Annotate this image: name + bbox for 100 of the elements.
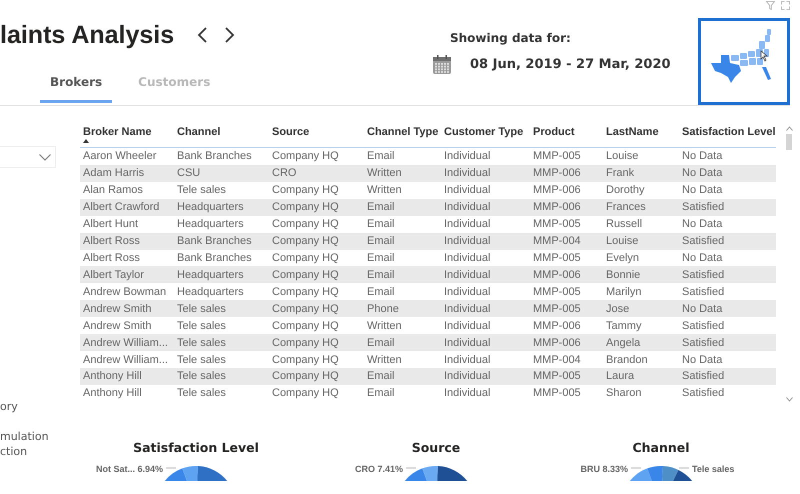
table-cell: Email	[364, 216, 441, 233]
slice-label: BRU 8.33%	[580, 464, 628, 474]
pie-chart-drawing	[404, 466, 468, 481]
table-cell: No Data	[679, 182, 776, 199]
table-cell: MMP-005	[530, 250, 603, 266]
table-cell: Company HQ	[269, 216, 364, 233]
focus-mode-icon[interactable]	[781, 1, 790, 10]
table-cell: Company HQ	[269, 334, 364, 352]
pie-chart-drawing	[630, 466, 692, 481]
pie-chart-drawing	[164, 466, 228, 481]
column-header[interactable]: Source	[269, 126, 364, 148]
table-cell: Individual	[441, 198, 530, 216]
date-range: 08 Jun, 2019 - 27 Mar, 2020	[470, 57, 671, 72]
table-cell: Jose	[603, 300, 679, 318]
table-cell: Company HQ	[269, 266, 364, 284]
column-header[interactable]: LastName	[603, 126, 679, 148]
table-cell: MMP-004	[530, 232, 603, 250]
table-cell: Individual	[441, 300, 530, 318]
table-cell: Individual	[441, 148, 530, 165]
table-cell: Individual	[441, 216, 530, 233]
scroll-down-icon[interactable]	[786, 397, 792, 402]
column-header[interactable]: Channel	[174, 126, 269, 148]
table-cell: Individual	[441, 334, 530, 352]
table-cell: MMP-006	[530, 198, 603, 216]
table-cell: Email	[364, 384, 441, 402]
table-cell: Dorothy	[603, 182, 679, 199]
table-cell: Satisfied	[679, 266, 776, 284]
table-cell: Written	[364, 182, 441, 199]
table-cell: Anthony Hill	[80, 368, 174, 385]
table-cell: MMP-006	[530, 317, 603, 334]
scrollbar-thumb[interactable]	[786, 134, 792, 150]
slice-label: Not Sat... 6.94%	[96, 464, 163, 474]
table-cell: Brandon	[603, 351, 679, 368]
table-cell: Email	[364, 198, 441, 216]
slice-label: CRO 7.41%	[354, 464, 403, 474]
table-cell: Phone	[364, 300, 441, 318]
table-cell: Headquarters	[174, 216, 269, 233]
table-cell: No Data	[679, 216, 776, 233]
table-cell: Albert Ross	[80, 232, 174, 250]
table-cell: Russell	[603, 216, 679, 233]
table-cell: Headquarters	[174, 198, 269, 216]
table-cell: Written	[364, 317, 441, 334]
table-cell: CRO	[269, 164, 364, 182]
table-cell: Bank Branches	[174, 232, 269, 250]
table-cell: Individual	[441, 368, 530, 385]
table-cell: Tele sales	[174, 317, 269, 334]
table-cell: MMP-005	[530, 216, 603, 233]
filter-icon[interactable]	[766, 1, 775, 10]
table-cell: Albert Hunt	[80, 216, 174, 233]
chevron-down-icon	[39, 154, 51, 160]
table-cell: Individual	[441, 250, 530, 266]
map-visual[interactable]	[698, 18, 790, 105]
table-cell: Written	[364, 164, 441, 182]
filter-label: ction	[0, 444, 28, 459]
table-cell: Tele sales	[174, 384, 269, 402]
report-title: laints Analysis	[0, 20, 174, 50]
table-cell: Headquarters	[174, 266, 269, 284]
column-header[interactable]: Product	[530, 126, 603, 148]
table-cell: Company HQ	[269, 384, 364, 402]
column-header[interactable]: Satisfaction Level	[679, 126, 776, 148]
chart-title: Channel	[632, 440, 690, 457]
table-cell: Bonnie	[603, 266, 679, 284]
table-cell: Headquarters	[174, 283, 269, 300]
calendar-icon	[432, 54, 452, 75]
table-cell: Company HQ	[269, 250, 364, 266]
column-header[interactable]: Broker Name	[80, 126, 174, 148]
table-cell: Sharon	[603, 384, 679, 402]
table-cell: Company HQ	[269, 283, 364, 300]
table-cell: MMP-005	[530, 368, 603, 385]
table-cell: Frances	[603, 198, 679, 216]
table-cell: MMP-006	[530, 182, 603, 199]
table-cell: Tammy	[603, 317, 679, 334]
date-filter-label: Showing data for:	[450, 31, 572, 45]
table-cell: Albert Ross	[80, 250, 174, 266]
table-cell: Satisfied	[679, 334, 776, 352]
table-cell: Satisfied	[679, 368, 776, 385]
table-cell: No Data	[679, 250, 776, 266]
table-cell: Andrew Smith	[80, 300, 174, 318]
table-cell: Company HQ	[269, 198, 364, 216]
table-cell: Albert Crawford	[80, 198, 174, 216]
table-cell: Company HQ	[269, 148, 364, 165]
table-cell: Angela	[603, 334, 679, 352]
scroll-up-icon[interactable]	[786, 126, 792, 131]
table-cell: Individual	[441, 317, 530, 334]
table-cell: Satisfied	[679, 384, 776, 402]
column-header[interactable]: Channel Type	[364, 126, 441, 148]
table-cell: Satisfied	[679, 198, 776, 216]
table-cell: Email	[364, 368, 441, 385]
table-cell: Company HQ	[269, 232, 364, 250]
table-cell: MMP-005	[530, 384, 603, 402]
table-cell: Email	[364, 334, 441, 352]
table-cell: Bank Branches	[174, 250, 269, 266]
table-cell: Company HQ	[269, 368, 364, 385]
table-cell: Satisfied	[679, 317, 776, 334]
table-cell: CSU	[174, 164, 269, 182]
table-cell: Individual	[441, 266, 530, 284]
table-cell: Tele sales	[174, 300, 269, 318]
tab[interactable]: Brokers	[40, 69, 112, 103]
column-header[interactable]: Customer Type	[441, 126, 530, 148]
table-cell: Laura	[603, 368, 679, 385]
